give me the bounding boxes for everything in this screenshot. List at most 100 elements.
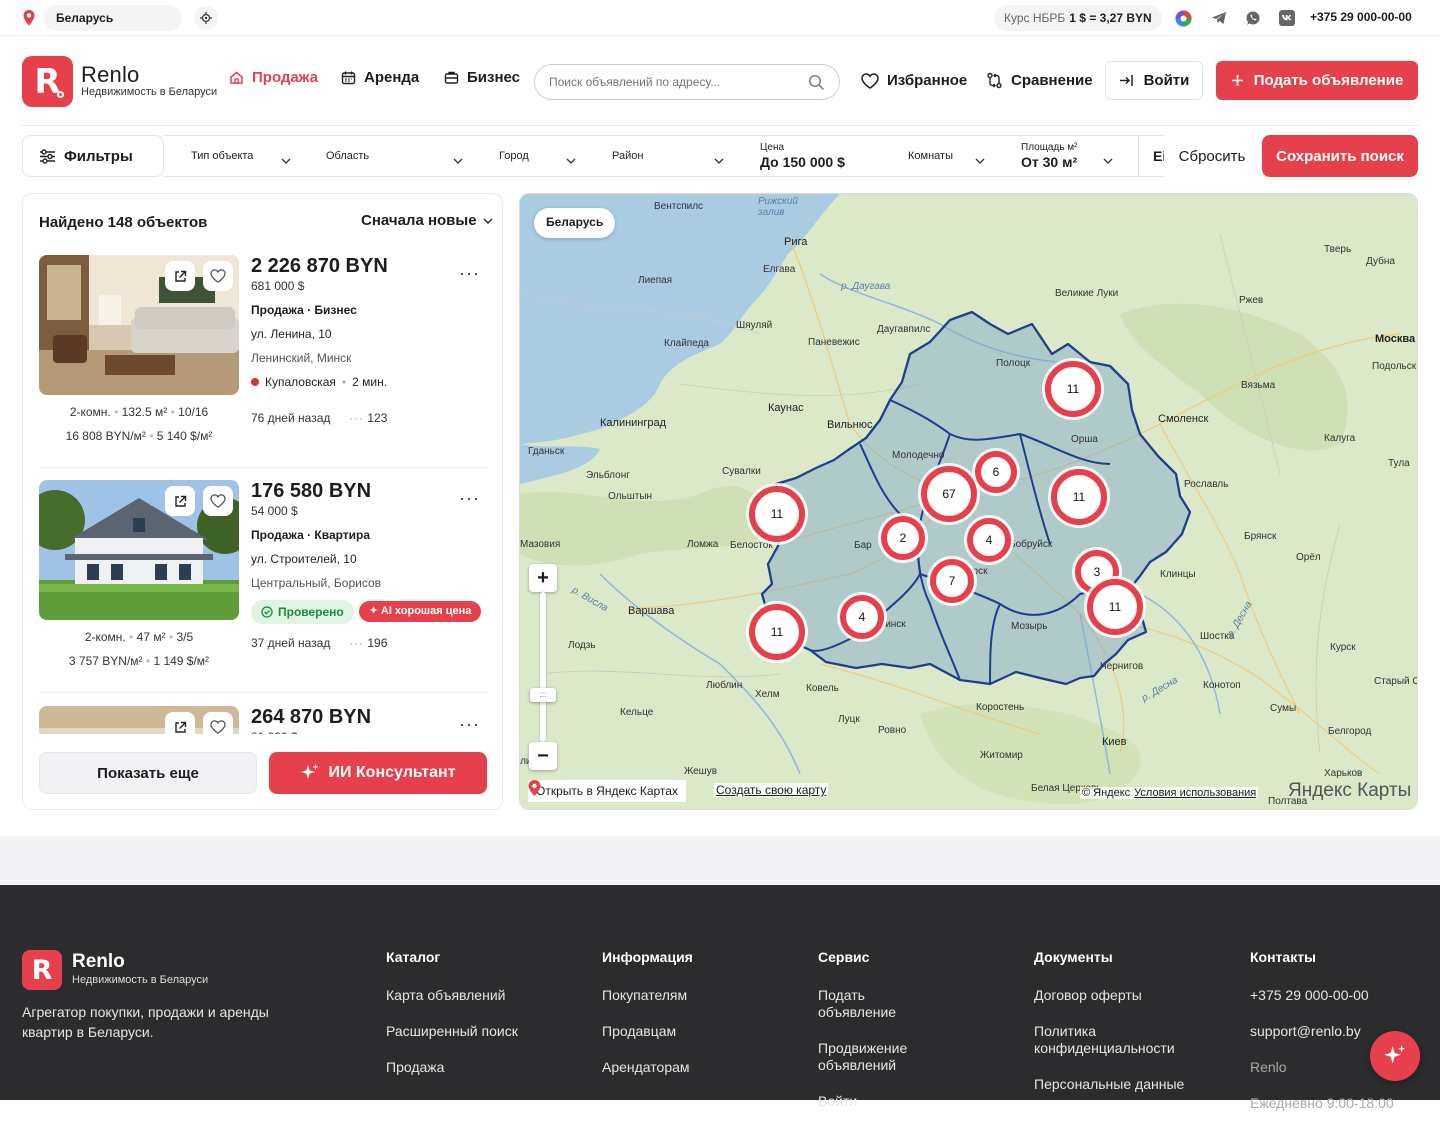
- open-link-button[interactable]: [165, 261, 195, 291]
- ai-assistant-fab[interactable]: [1370, 1031, 1420, 1081]
- footer-link[interactable]: Продвижение объявлений: [818, 1040, 938, 1074]
- more-options-icon[interactable]: ···: [459, 263, 480, 284]
- logo[interactable]: R: [22, 56, 73, 107]
- footer-link[interactable]: Договор оферты: [1034, 987, 1194, 1004]
- reset-filters-button[interactable]: Сбросить: [1164, 135, 1260, 177]
- map-cluster[interactable]: 6: [975, 451, 1017, 493]
- filter-type[interactable]: Тип объекта: [164, 136, 298, 176]
- listing-card[interactable]: 176 580 BYN 54 000 $ ··· Продажа · Кварт…: [39, 480, 487, 706]
- open-in-yandex-link[interactable]: Открыть в Яндекс Картах: [528, 780, 686, 802]
- ai-consultant-button[interactable]: ИИ Консультант: [269, 752, 487, 794]
- map-cluster[interactable]: 4: [840, 595, 884, 639]
- footer-link[interactable]: Покупателям: [602, 987, 792, 1004]
- favorite-button[interactable]: [203, 486, 233, 516]
- filters-button[interactable]: Фильтры: [22, 135, 164, 177]
- footer-link[interactable]: Расширенный поиск: [386, 1023, 576, 1040]
- filter-price[interactable]: Цена До 150 000 $: [732, 136, 880, 176]
- listing-specs: 2-комн. • 132.5 м² • 10/16: [69, 405, 209, 419]
- zoom-handle[interactable]: :::: [530, 688, 556, 702]
- footer-link[interactable]: Политика конфиденциальности: [1034, 1023, 1194, 1057]
- brand-tagline: Недвижимость в Беларуси: [81, 86, 218, 98]
- zoom-in-button[interactable]: +: [529, 564, 557, 592]
- chevron-down-icon: [483, 218, 493, 224]
- map-label: Кельце: [620, 707, 654, 718]
- map-cluster[interactable]: 4: [967, 518, 1011, 562]
- map-cluster[interactable]: 67: [921, 466, 977, 522]
- rate-value: 1 $ = 3,27 BYN: [1069, 11, 1152, 25]
- create-map-link[interactable]: Создать свою карту: [714, 783, 829, 797]
- header-divider: [22, 125, 1418, 126]
- open-link-button[interactable]: [165, 486, 195, 516]
- top-phone-link[interactable]: +375 29 000-00-00: [1310, 10, 1412, 24]
- search-input[interactable]: [549, 75, 808, 89]
- map-view[interactable]: Беларусь Вентспилс Рижский залив Рига Ел…: [519, 193, 1418, 810]
- footer-link[interactable]: Персональные данные: [1034, 1076, 1194, 1093]
- login-button[interactable]: Войти: [1105, 61, 1203, 100]
- plus-icon: [1231, 75, 1243, 86]
- terms-link[interactable]: Условия использования: [1134, 787, 1256, 799]
- zoom-out-button[interactable]: −: [529, 742, 557, 770]
- vk-icon[interactable]: [1278, 9, 1296, 27]
- listing-price: 176 580 BYN: [251, 480, 372, 502]
- login-label: Войти: [1143, 72, 1190, 89]
- filter-region-label: Область: [326, 150, 370, 162]
- telegram-icon[interactable]: [1210, 9, 1228, 27]
- sliders-icon: [40, 148, 55, 164]
- nav-business[interactable]: Бизнес: [444, 69, 520, 86]
- footer-column-title: Сервис: [818, 949, 870, 965]
- map-cluster[interactable]: 11: [1045, 361, 1101, 417]
- rate-label: Курс НБРБ: [1004, 11, 1066, 25]
- sort-dropdown[interactable]: Сначала новые: [361, 212, 493, 229]
- map-cluster[interactable]: 11: [1051, 469, 1107, 525]
- location-pin-icon: [528, 780, 541, 796]
- footer-phone[interactable]: +375 29 000-00-00: [1250, 987, 1440, 1004]
- filter-rooms[interactable]: Комнаты: [880, 136, 993, 176]
- map-label: Молодечно: [892, 450, 945, 461]
- map-label: Великие Луки: [1055, 288, 1119, 299]
- footer-link[interactable]: Продавцам: [602, 1023, 792, 1040]
- whatsapp-icon[interactable]: [1244, 9, 1262, 27]
- save-search-button[interactable]: Сохранить поиск: [1262, 135, 1418, 177]
- footer-brand: Renlo: [72, 951, 125, 972]
- compare-link[interactable]: Сравнение: [986, 72, 1093, 89]
- filter-area[interactable]: Площадь м² От 30 м²: [993, 136, 1121, 176]
- heart-icon: [210, 720, 226, 734]
- heart-icon: [210, 494, 226, 508]
- footer-link[interactable]: Войти: [818, 1093, 938, 1110]
- more-options-icon[interactable]: ···: [459, 488, 480, 509]
- geolocate-button[interactable]: [194, 6, 218, 30]
- listing-price: 2 226 870 BYN: [251, 255, 388, 277]
- map-label: Киев: [1102, 736, 1127, 748]
- filter-district[interactable]: Район: [584, 136, 732, 176]
- search-icon[interactable]: [808, 74, 825, 91]
- map-cluster[interactable]: 11: [749, 604, 805, 660]
- address-search[interactable]: [534, 64, 840, 100]
- more-options-icon[interactable]: ···: [459, 714, 480, 735]
- footer-column-title: Каталог: [386, 949, 441, 965]
- map-cluster[interactable]: 11: [1087, 579, 1143, 635]
- filter-region[interactable]: Область: [298, 136, 471, 176]
- footer-link[interactable]: Подать объявление: [818, 987, 938, 1021]
- show-more-button[interactable]: Показать еще: [39, 752, 257, 794]
- map-cluster[interactable]: 7: [930, 559, 974, 603]
- zoom-slider[interactable]: [540, 592, 546, 742]
- footer-link[interactable]: Продажа: [386, 1059, 576, 1076]
- map-cluster[interactable]: 11: [749, 486, 805, 542]
- footer-link[interactable]: Карта объявлений: [386, 987, 576, 1004]
- color-wheel-icon[interactable]: [1174, 9, 1192, 27]
- nav-rent[interactable]: Аренда: [341, 69, 419, 86]
- map-label: Мазовия: [520, 539, 561, 550]
- favorite-button[interactable]: [203, 261, 233, 291]
- nav-sale[interactable]: Продажа: [229, 69, 318, 86]
- listing-card[interactable]: 2 226 870 BYN 681 000 $ ··· Продажа · Би…: [39, 255, 487, 481]
- map-region-chip[interactable]: Беларусь: [534, 208, 616, 238]
- filter-city[interactable]: Город: [471, 136, 584, 176]
- post-ad-button[interactable]: Подать объявление: [1216, 61, 1418, 100]
- location-selector[interactable]: Беларусь: [44, 5, 182, 31]
- map-cluster[interactable]: 2: [881, 516, 925, 560]
- chevron-down-icon: [281, 158, 291, 164]
- map-label: Полоцк: [996, 358, 1031, 369]
- footer-logo[interactable]: R: [22, 950, 62, 990]
- favorites-link[interactable]: Избранное: [861, 72, 967, 89]
- footer-link[interactable]: Арендаторам: [602, 1059, 792, 1076]
